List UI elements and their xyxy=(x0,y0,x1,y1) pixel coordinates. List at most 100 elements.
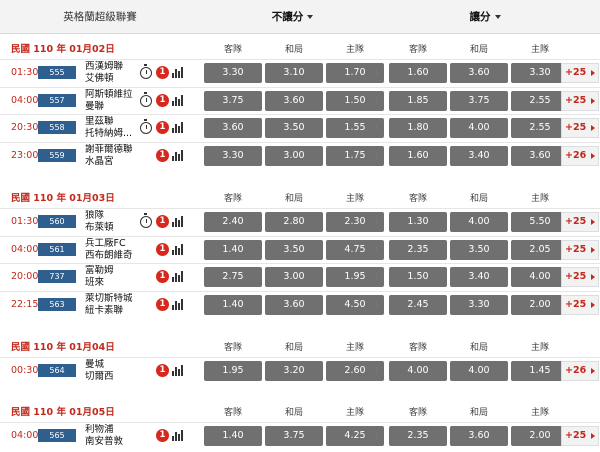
draw-odds-button[interactable]: 3.60 xyxy=(265,90,323,111)
more-markets-button[interactable]: +25 xyxy=(561,294,599,315)
bar-chart-icon[interactable] xyxy=(172,122,183,133)
chevron-right-icon xyxy=(591,97,595,104)
away-odds-button[interactable]: 1.40 xyxy=(204,426,262,446)
more-markets-button[interactable]: +25 xyxy=(561,118,599,138)
handicap-away-odds-button[interactable]: 2.35 xyxy=(389,239,447,260)
handicap-draw-odds-button[interactable]: 3.30 xyxy=(450,294,508,315)
bar-chart-icon[interactable] xyxy=(172,430,183,441)
handicap-draw-odds-button[interactable]: 3.75 xyxy=(450,90,508,111)
count-badge: 1 xyxy=(156,93,169,107)
match-id-button[interactable]: 565 xyxy=(38,429,76,442)
home-team-name: 紐卡素聯 xyxy=(85,304,124,316)
handicap-value: -1 xyxy=(371,299,379,309)
match-id-button[interactable]: 558 xyxy=(38,121,76,134)
handicap-away-odds-button[interactable]: 1.80 xyxy=(389,118,447,138)
stopwatch-icon[interactable] xyxy=(140,213,152,228)
more-markets-button[interactable]: +26 xyxy=(561,145,599,166)
draw-odds-button[interactable]: 3.00 xyxy=(265,145,323,166)
draw-odds-button[interactable]: 3.00 xyxy=(265,267,323,287)
more-markets-button[interactable]: +25 xyxy=(561,239,599,260)
bar-chart-icon[interactable] xyxy=(172,94,183,106)
match-id-button[interactable]: 560 xyxy=(38,215,76,228)
bar-chart-icon[interactable] xyxy=(172,298,183,310)
handicap-draw-odds-button[interactable]: 4.00 xyxy=(450,118,508,138)
more-markets-button[interactable]: +25 xyxy=(561,90,599,111)
more-markets-count: +26 xyxy=(565,365,587,376)
match-id-button[interactable]: 561 xyxy=(38,242,76,256)
away-team-name: 利物浦 xyxy=(85,424,114,435)
chevron-right-icon xyxy=(591,246,595,253)
stopwatch-icon[interactable] xyxy=(140,64,152,79)
league-title: 英格蘭超級聯賽 xyxy=(63,11,137,23)
handicap-value: -1 xyxy=(371,150,379,160)
handicap-draw-odds-button[interactable]: 3.60 xyxy=(450,426,508,446)
handicap-draw-odds-button[interactable]: 3.50 xyxy=(450,239,508,260)
handicap-draw-odds-button[interactable]: 3.40 xyxy=(450,145,508,166)
column-header: 客隊 xyxy=(223,45,242,55)
handicap-away-odds-button[interactable]: 1.30 xyxy=(389,212,447,232)
match-id-button[interactable]: 563 xyxy=(38,297,76,311)
handicap-draw-odds-button[interactable]: 3.60 xyxy=(450,63,508,83)
handicap-value: -1 xyxy=(371,244,379,254)
handicap-away-odds-button[interactable]: 2.35 xyxy=(389,426,447,446)
bar-chart-icon[interactable] xyxy=(172,67,183,78)
away-odds-button[interactable]: 3.60 xyxy=(204,118,262,138)
kickoff-time: 20:00 xyxy=(11,271,39,282)
bar-chart-icon[interactable] xyxy=(172,149,183,161)
away-odds-button[interactable]: 2.40 xyxy=(204,212,262,232)
draw-odds-button[interactable]: 3.60 xyxy=(265,294,323,315)
handicap-away-odds-button[interactable]: 4.00 xyxy=(389,361,447,381)
bar-chart-icon[interactable] xyxy=(172,365,183,376)
away-odds-button[interactable]: 3.30 xyxy=(204,145,262,166)
away-odds-button[interactable]: 1.40 xyxy=(204,294,262,315)
draw-odds-button[interactable]: 3.20 xyxy=(265,361,323,381)
handicap-away-odds-button[interactable]: 1.60 xyxy=(389,145,447,166)
teams: 西漢姆聯 艾佛頓 xyxy=(85,61,137,85)
bar-chart-icon[interactable] xyxy=(172,271,183,282)
draw-odds-button[interactable]: 3.10 xyxy=(265,63,323,83)
more-markets-button[interactable]: +25 xyxy=(561,212,599,232)
away-odds-button[interactable]: 3.75 xyxy=(204,90,262,111)
match-id-button[interactable]: 559 xyxy=(38,148,76,162)
away-odds-button[interactable]: 3.30 xyxy=(204,63,262,83)
match-row: 04:00 565 利物浦 南安普敦 1 1.40 3.75 4.25 -1 2.35 3.60 2.… xyxy=(0,422,600,448)
handicap-away-odds-button[interactable]: 1.50 xyxy=(389,267,447,287)
chevron-right-icon xyxy=(591,433,595,439)
away-odds-button[interactable]: 1.95 xyxy=(204,361,262,381)
away-team-name: 富勒姆 xyxy=(85,265,114,276)
match-id-button[interactable]: 737 xyxy=(38,270,76,283)
draw-odds-button[interactable]: 3.50 xyxy=(265,118,323,138)
more-markets-button[interactable]: +25 xyxy=(561,267,599,287)
stopwatch-icon[interactable] xyxy=(140,91,152,107)
draw-odds-button[interactable]: 2.80 xyxy=(265,212,323,232)
chevron-right-icon xyxy=(591,274,595,280)
match-row: 20:30 558 里茲聯 托特納姆... 1 3.60 3.50 1.55 -1 1.80 4.0… xyxy=(0,114,600,140)
more-markets-button[interactable]: +25 xyxy=(561,426,599,446)
column-header: 和局 xyxy=(284,194,303,204)
bar-chart-icon[interactable] xyxy=(172,216,183,227)
draw-odds-button[interactable]: 3.75 xyxy=(265,426,323,446)
away-odds-button[interactable]: 1.40 xyxy=(204,239,262,260)
handicap-away-odds-button[interactable]: 1.60 xyxy=(389,63,447,83)
more-markets-button[interactable]: +26 xyxy=(561,361,599,381)
more-markets-count: +25 xyxy=(565,94,587,106)
handicap-draw-odds-button[interactable]: 3.40 xyxy=(450,267,508,287)
match-id-button[interactable]: 555 xyxy=(38,66,76,79)
market-selector-no-handicap[interactable]: 不讓分 xyxy=(200,0,385,34)
match-id-button[interactable]: 557 xyxy=(38,93,76,107)
match-id-button[interactable]: 564 xyxy=(38,364,76,377)
handicap-away-odds-button[interactable]: 1.85 xyxy=(389,90,447,111)
draw-odds-button[interactable]: 3.50 xyxy=(265,239,323,260)
bar-chart-icon[interactable] xyxy=(172,243,183,255)
handicap-draw-odds-button[interactable]: 4.00 xyxy=(450,361,508,381)
column-header: 客隊 xyxy=(223,194,242,204)
away-odds-button[interactable]: 2.75 xyxy=(204,267,262,287)
handicap-away-odds-button[interactable]: 2.45 xyxy=(389,294,447,315)
stopwatch-icon[interactable] xyxy=(140,119,152,134)
more-markets-button[interactable]: +25 xyxy=(561,63,599,83)
match-row: 04:00 561 兵工廠FC 西布朗維奇 1 1.40 3.50 4.75 -1 2.35 3.5… xyxy=(0,235,600,262)
teams: 狼隊 布萊頓 xyxy=(85,210,137,234)
column-header: 主隊 xyxy=(530,45,549,55)
market-selector-handicap[interactable]: 讓分 xyxy=(385,0,585,34)
handicap-draw-odds-button[interactable]: 4.00 xyxy=(450,212,508,232)
